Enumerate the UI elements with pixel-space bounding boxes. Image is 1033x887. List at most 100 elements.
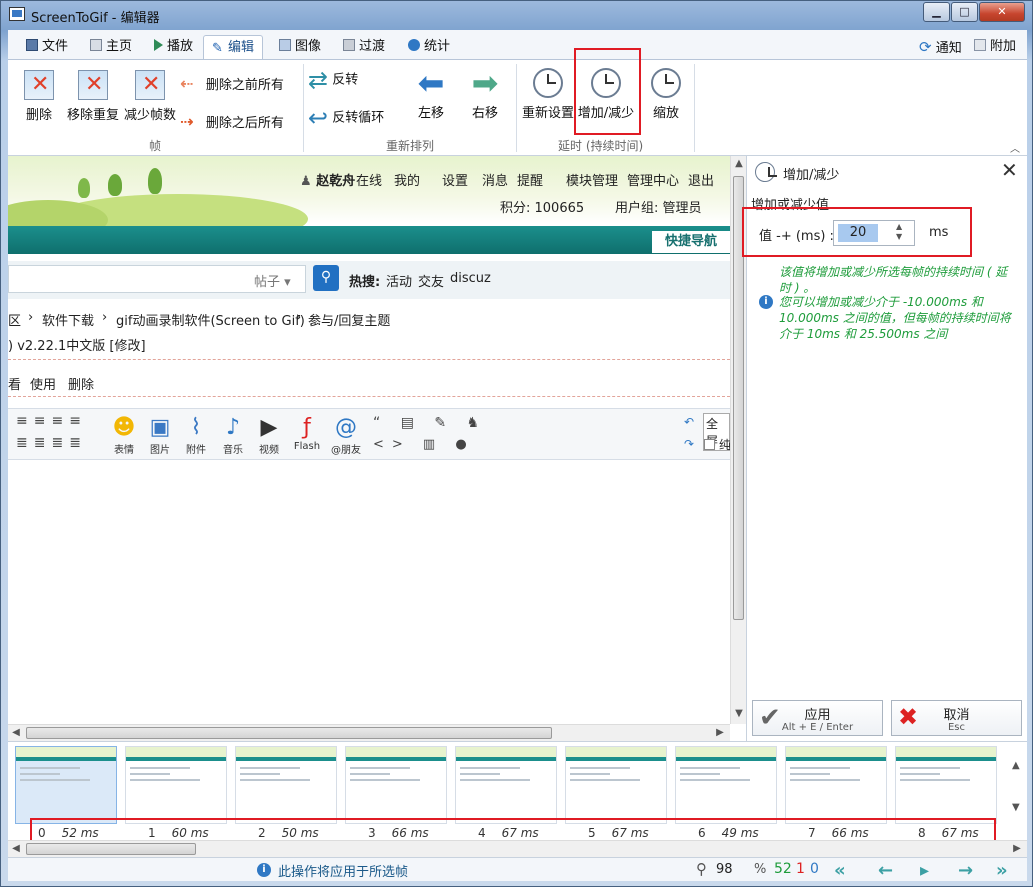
- frame-thumbnail[interactable]: [15, 746, 117, 824]
- cancel-button[interactable]: ✖ 取消 Esc: [891, 700, 1022, 736]
- quick-nav-button[interactable]: 快捷导航: [652, 231, 730, 253]
- frame-thumbnail[interactable]: [895, 746, 997, 824]
- action-link[interactable]: 使用: [30, 374, 56, 393]
- tab-home[interactable]: 主页: [82, 35, 140, 59]
- play-frames-icon[interactable]: ▸: [920, 860, 929, 881]
- scroll-down-icon[interactable]: ▼: [731, 706, 747, 722]
- attach-icon: [974, 39, 986, 51]
- reverse-button[interactable]: ⇄ 反转: [308, 68, 358, 92]
- ribbon-separator: [694, 64, 695, 152]
- search-icon[interactable]: ⚲: [313, 265, 339, 291]
- site-search-bar: 帖子 ▾ ⚲ 热搜: 活动 交友 discuz: [8, 261, 730, 299]
- tab-image[interactable]: 图像: [271, 35, 329, 59]
- frame-thumbnail[interactable]: [125, 746, 227, 824]
- scroll-left-icon[interactable]: ◀: [8, 725, 24, 741]
- first-frame-icon[interactable]: «: [834, 860, 846, 881]
- align-icons[interactable]: ≡≡≡≡: [16, 413, 87, 429]
- scroll-right-icon[interactable]: ▶: [1009, 841, 1025, 857]
- frames-horizontal-scrollbar[interactable]: ◀ ▶: [8, 840, 1027, 857]
- zoom-value[interactable]: 98: [716, 862, 733, 877]
- next-frame-icon[interactable]: →: [958, 860, 973, 881]
- editor-toolbar: ≡≡≡≡ ≣≣≣≣ ☻ 表情 ▣ 图片 ⌇ 附件 ♪ 音乐 ▶ 视频 ƒ Flash @ @朋…: [8, 408, 730, 460]
- tab-play[interactable]: 播放: [146, 35, 201, 59]
- delete-after-button[interactable]: ⇢ 删除之后所有: [180, 112, 284, 131]
- frame-thumbnail[interactable]: [785, 746, 887, 824]
- nav-module-manage[interactable]: 模块管理: [566, 170, 618, 189]
- nav-messages[interactable]: 消息: [482, 170, 508, 189]
- code-tool-icons[interactable]: <> ▥ ●: [373, 437, 475, 452]
- scale-delay-button[interactable]: 缩放: [646, 68, 686, 121]
- frames-scroll-icon[interactable]: ▲: [1012, 760, 1020, 771]
- reduce-frames-button[interactable]: ✕ 减少帧数: [122, 70, 178, 123]
- nav-my[interactable]: 我的: [394, 170, 420, 189]
- minimize-button[interactable]: ▁: [923, 2, 950, 22]
- pure-text-label: 纯: [719, 438, 730, 452]
- remove-duplicates-button[interactable]: ✕ 移除重复: [66, 70, 120, 123]
- breadcrumb-item[interactable]: gif动画录制软件(Screen to Gif) ...: [116, 310, 321, 329]
- hot-term[interactable]: 活动: [386, 271, 412, 290]
- nav-reminders[interactable]: 提醒: [517, 170, 543, 189]
- breadcrumb-item[interactable]: 软件下载: [42, 310, 94, 329]
- username[interactable]: ♟ 赵乾舟: [300, 170, 355, 189]
- tab-statistics[interactable]: 统计: [400, 35, 458, 59]
- hot-term[interactable]: 交友: [418, 271, 444, 290]
- collapse-ribbon-icon[interactable]: ︿: [1010, 140, 1020, 155]
- nav-admin-center[interactable]: 管理中心: [627, 170, 679, 189]
- breadcrumb-item[interactable]: 区: [8, 310, 21, 329]
- tab-file[interactable]: 文件: [18, 35, 76, 59]
- save-icon: [26, 39, 38, 51]
- reverse-icon: ⇄: [308, 66, 329, 94]
- list-icons[interactable]: ≣≣≣≣: [16, 435, 87, 451]
- close-panel-icon[interactable]: ✕: [1001, 158, 1018, 182]
- frame-thumbnail[interactable]: [235, 746, 337, 824]
- previous-frame-icon[interactable]: ←: [878, 860, 893, 881]
- delete-before-button[interactable]: ⇠ 删除之前所有: [180, 74, 284, 93]
- pure-text-checkbox[interactable]: [704, 439, 715, 450]
- paperclip-icon: ⌇: [190, 415, 202, 440]
- tab-edit[interactable]: ✎ 编辑: [203, 35, 264, 59]
- attach-button[interactable]: 附加: [966, 35, 1024, 59]
- override-delay-button[interactable]: 重新设置: [520, 68, 576, 121]
- yoyo-button[interactable]: ↩ 反转循环: [308, 106, 384, 130]
- frame-thumbnail[interactable]: [345, 746, 447, 824]
- notify-button[interactable]: ⟳ 通知: [911, 35, 970, 59]
- music-button[interactable]: ♪ 音乐: [219, 415, 247, 456]
- flash-button[interactable]: ƒ Flash: [293, 415, 321, 452]
- frames-scroll-icon[interactable]: ▼: [1012, 802, 1020, 813]
- video-button[interactable]: ▶ 视频: [255, 415, 283, 456]
- apply-button[interactable]: ✔ 应用 Alt + E / Enter: [752, 700, 883, 736]
- preview-horizontal-scrollbar[interactable]: ◀ ▶: [8, 724, 730, 741]
- emoji-button[interactable]: ☻ 表情: [110, 415, 138, 456]
- misc-tool-icons[interactable]: “ ▤ ✎ ♞: [373, 415, 487, 431]
- mention-button[interactable]: @ @朋友: [329, 415, 363, 456]
- frame-thumbnail[interactable]: [675, 746, 777, 824]
- scroll-left-icon[interactable]: ◀: [8, 841, 24, 857]
- panel-note: 您可以增加或减少介于 -10.000ms 和 10.000ms 之间的值，但每帧…: [779, 295, 1011, 341]
- move-right-button[interactable]: ➡ 右移: [465, 67, 505, 121]
- scroll-thumb[interactable]: [26, 843, 196, 855]
- action-link[interactable]: 删除: [68, 374, 94, 393]
- action-link[interactable]: 看: [8, 374, 21, 393]
- scroll-right-icon[interactable]: ▶: [712, 725, 728, 741]
- close-button[interactable]: ✕: [979, 2, 1025, 22]
- delete-frame-button[interactable]: ✕ 删除: [18, 70, 60, 123]
- ribbon: ✕ 删除 ✕ 移除重复 ✕ 减少帧数 ⇠ 删除之前所有 ⇢ 删除之后所有 帧 ⇄…: [8, 59, 1027, 156]
- frame-thumbnail[interactable]: [455, 746, 557, 824]
- search-scope-select[interactable]: 帖子 ▾: [254, 271, 291, 290]
- arrow-right-dashed-icon: ⇢: [180, 112, 194, 131]
- nav-logout[interactable]: 退出: [688, 170, 714, 189]
- redo-icon[interactable]: ↷: [684, 437, 694, 451]
- undo-icon[interactable]: ↶: [684, 415, 694, 429]
- attachment-button[interactable]: ⌇ 附件: [182, 415, 210, 456]
- last-frame-icon[interactable]: »: [996, 860, 1008, 881]
- nav-settings[interactable]: 设置: [442, 170, 468, 189]
- scroll-up-icon[interactable]: ▲: [731, 156, 747, 172]
- move-left-button[interactable]: ⬅ 左移: [411, 67, 451, 121]
- hot-term[interactable]: discuz: [450, 271, 491, 286]
- tab-transition[interactable]: 过渡: [335, 35, 393, 59]
- zoom-icon: ⚲: [696, 860, 707, 878]
- maximize-button[interactable]: □: [951, 2, 978, 22]
- scroll-thumb[interactable]: [26, 727, 552, 739]
- image-button[interactable]: ▣ 图片: [146, 415, 174, 456]
- frame-thumbnail[interactable]: [565, 746, 667, 824]
